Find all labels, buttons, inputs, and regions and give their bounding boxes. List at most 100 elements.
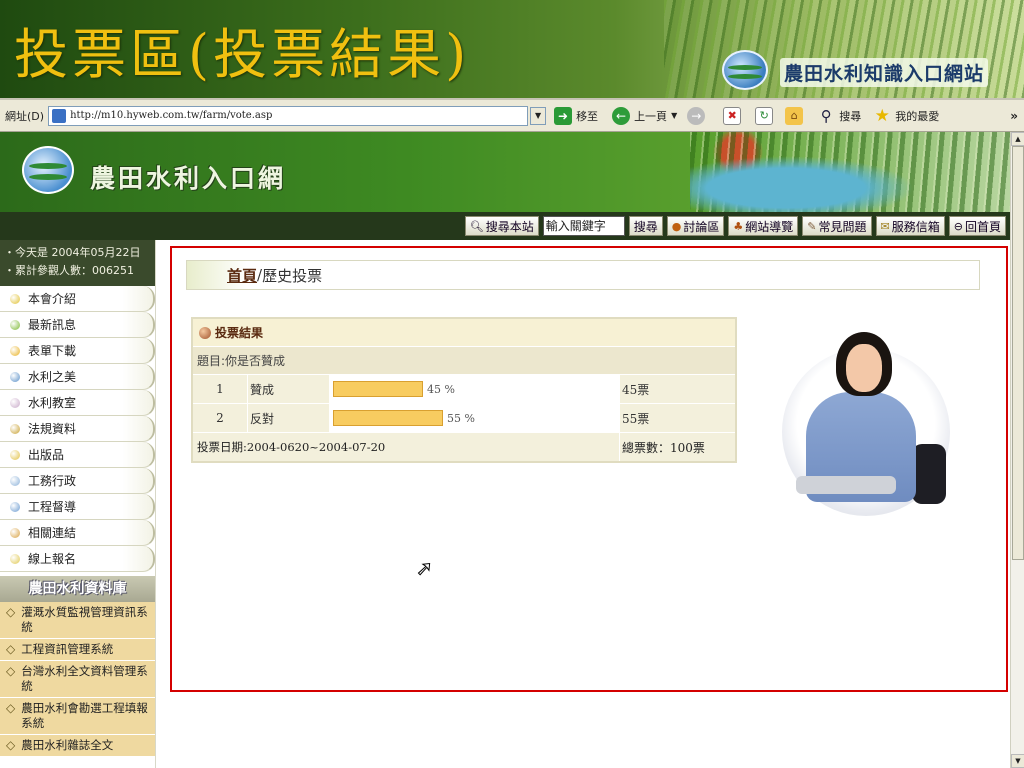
forward-button[interactable]: → <box>687 106 706 125</box>
result-row: 1 贊成 45 % 45票 <box>193 375 735 404</box>
site-guide-link[interactable]: ♣ 網站導覽 <box>728 216 799 236</box>
breadcrumb: 首頁 / 歷史投票 <box>186 260 980 290</box>
mailbox-link[interactable]: ✉ 服務信箱 <box>875 216 945 236</box>
sitemap-icon: ♣ <box>733 219 744 233</box>
vote-count: 45票 <box>622 382 650 397</box>
scroll-down-button[interactable]: ▼ <box>1011 754 1024 768</box>
vote-count: 55票 <box>622 411 650 426</box>
db-link-label: 農田水利雜誌全文 <box>21 738 114 752</box>
db-link[interactable]: ◇ 農田水利雜誌全文 <box>0 735 155 757</box>
sidebar-menu-item[interactable]: 水利之美 <box>0 364 155 390</box>
db-link[interactable]: ◇ 台灣水利全文資料管理系統 <box>0 661 155 698</box>
back-label: 上一頁 <box>634 109 668 123</box>
home-button[interactable]: ⌂ <box>785 106 804 125</box>
home-link[interactable]: ⊖ 回首頁 <box>948 216 1006 236</box>
star-icon: ★ <box>874 105 890 126</box>
site-guide-label: 網站導覽 <box>745 219 794 234</box>
db-link-label: 農田水利會勘選工程填報系統 <box>21 701 148 730</box>
vote-question: 題目:你是否贊成 <box>193 347 735 375</box>
sidebar-menu-item[interactable]: 工程督導 <box>0 494 155 520</box>
db-list: ◇ 灌溉水質監視管理資訊系統 ◇ 工程資訊管理系統 ◇ 台灣水利全文資料管理系統 ◇ 農田水利… <box>0 602 155 757</box>
stop-button[interactable]: ✖ <box>723 106 742 125</box>
site-logo-icon[interactable] <box>22 146 74 194</box>
vertical-scrollbar[interactable]: ▲ ▼ <box>1010 132 1024 768</box>
sidebar-menu-item[interactable]: 相關連結 <box>0 520 155 546</box>
faq-label: 常見問題 <box>818 219 867 234</box>
result-header: 投票結果 <box>193 319 735 347</box>
bullet-icon <box>10 553 20 564</box>
favorites-label: 我的最愛 <box>895 109 940 123</box>
db-section-header: 農田水利資料庫 <box>0 576 155 602</box>
scenery-decoration <box>690 132 1010 212</box>
result-title: 投票結果 <box>215 326 264 340</box>
mouse-cursor-icon: ➚ <box>416 556 434 580</box>
db-link[interactable]: ◇ 工程資訊管理系統 <box>0 639 155 661</box>
percent-bar-cell: 45 % <box>330 375 620 403</box>
refresh-button[interactable]: ↻ <box>755 106 774 125</box>
diamond-icon: ◇ <box>6 605 16 619</box>
home-label: 回首頁 <box>964 219 1001 234</box>
scroll-thumb[interactable] <box>1012 146 1024 560</box>
option-number: 1 <box>193 375 248 403</box>
menu-item-label: 水利之美 <box>28 370 77 384</box>
db-link-label: 灌溉水質監視管理資訊系統 <box>21 605 148 634</box>
bullet-icon <box>10 319 20 330</box>
faq-link[interactable]: ✎ 常見問題 <box>802 216 872 236</box>
favorites-button[interactable]: ★ 我的最愛 <box>873 105 940 126</box>
back-button[interactable]: ← 上一頁 ▼ <box>612 106 677 125</box>
woman-at-computer-illustration <box>776 326 954 531</box>
sidebar-menu-item[interactable]: 表單下載 <box>0 338 155 364</box>
page-icon <box>52 108 67 123</box>
toolbar-overflow-button[interactable]: » <box>1010 109 1018 123</box>
search-button[interactable]: 搜尋 <box>628 216 663 236</box>
forum-link[interactable]: ● 討論區 <box>666 216 725 236</box>
browser-toolbar: 網址(D) http://m10.hyweb.com.tw/farm/vote.… <box>0 98 1024 132</box>
scroll-up-button[interactable]: ▲ <box>1011 132 1024 146</box>
result-row: 2 反對 55 % 55票 <box>193 404 735 433</box>
magnifier-icon: ⚲ <box>820 106 832 125</box>
bullet-icon <box>10 527 20 538</box>
ball-icon <box>199 326 211 339</box>
sidebar-menu-item[interactable]: 出版品 <box>0 442 155 468</box>
magnifier-icon: 🔍︎ <box>469 219 484 233</box>
sidebar-menu-item[interactable]: 線上報名 <box>0 546 155 572</box>
breadcrumb-home-link[interactable]: 首頁 <box>227 265 257 286</box>
back-dropdown-icon[interactable]: ▼ <box>671 111 677 120</box>
diamond-icon: ◇ <box>6 738 16 752</box>
go-button[interactable]: ➜ 移至 <box>554 106 598 125</box>
site-logo-icon <box>722 50 768 90</box>
menu-item-label: 工程督導 <box>28 500 77 514</box>
menu-item-label: 表單下載 <box>28 344 77 358</box>
pencil-icon: ✎ <box>807 219 817 233</box>
bullet-icon <box>10 345 20 356</box>
percent-bar-cell: 55 % <box>330 404 620 432</box>
db-link[interactable]: ◇ 農田水利會勘選工程填報系統 <box>0 698 155 735</box>
address-dropdown-button[interactable]: ▼ <box>530 106 547 125</box>
option-number: 2 <box>193 404 248 432</box>
diamond-icon: ◇ <box>6 642 16 656</box>
sidebar-menu-item[interactable]: 法規資料 <box>0 416 155 442</box>
db-link-label: 工程資訊管理系統 <box>21 642 114 656</box>
home-circle-icon: ⊖ <box>953 219 963 233</box>
search-toolbar-button[interactable]: ⚲ 搜尋 <box>817 106 862 125</box>
forum-label: 討論區 <box>683 219 720 234</box>
mailbox-label: 服務信箱 <box>891 219 940 234</box>
site-title: 農田水利入口網 <box>90 164 287 193</box>
diamond-icon: ◇ <box>6 664 16 678</box>
content-frame: 首頁 / 歷史投票 投票結果 題目:你是否贊成 1 贊成 45 % 45票 2 反對 55 … <box>170 246 1008 692</box>
sidebar-menu-item[interactable]: 水利教室 <box>0 390 155 416</box>
keyword-input[interactable]: 輸入關鍵字 <box>542 216 625 236</box>
bullet-icon <box>10 423 20 434</box>
sidebar-menu-item[interactable]: 工務行政 <box>0 468 155 494</box>
menu-item-label: 出版品 <box>28 448 65 462</box>
search-site-button[interactable]: 🔍︎ 搜尋本站 <box>464 216 539 236</box>
sidebar-menu-item[interactable]: 最新訊息 <box>0 312 155 338</box>
breadcrumb-current: 歷史投票 <box>262 266 323 285</box>
db-link[interactable]: ◇ 灌溉水質監視管理資訊系統 <box>0 602 155 639</box>
sidebar-menu-item[interactable]: 本會介紹 <box>0 286 155 312</box>
site-nav: 🔍︎ 搜尋本站 輸入關鍵字 搜尋 ● 討論區 ♣ 網站導覽 ✎ 常見問題 ✉ 服… <box>0 212 1010 240</box>
vote-result-table: 投票結果 題目:你是否贊成 1 贊成 45 % 45票 2 反對 55 % 55票 投票日期:… <box>191 317 737 463</box>
address-bar[interactable]: http://m10.hyweb.com.tw/farm/vote.asp <box>48 105 529 126</box>
result-footer: 投票日期:2004-0620~2004-07-20 總票數：100票 <box>193 433 735 461</box>
percent-text: 55 % <box>447 411 475 425</box>
